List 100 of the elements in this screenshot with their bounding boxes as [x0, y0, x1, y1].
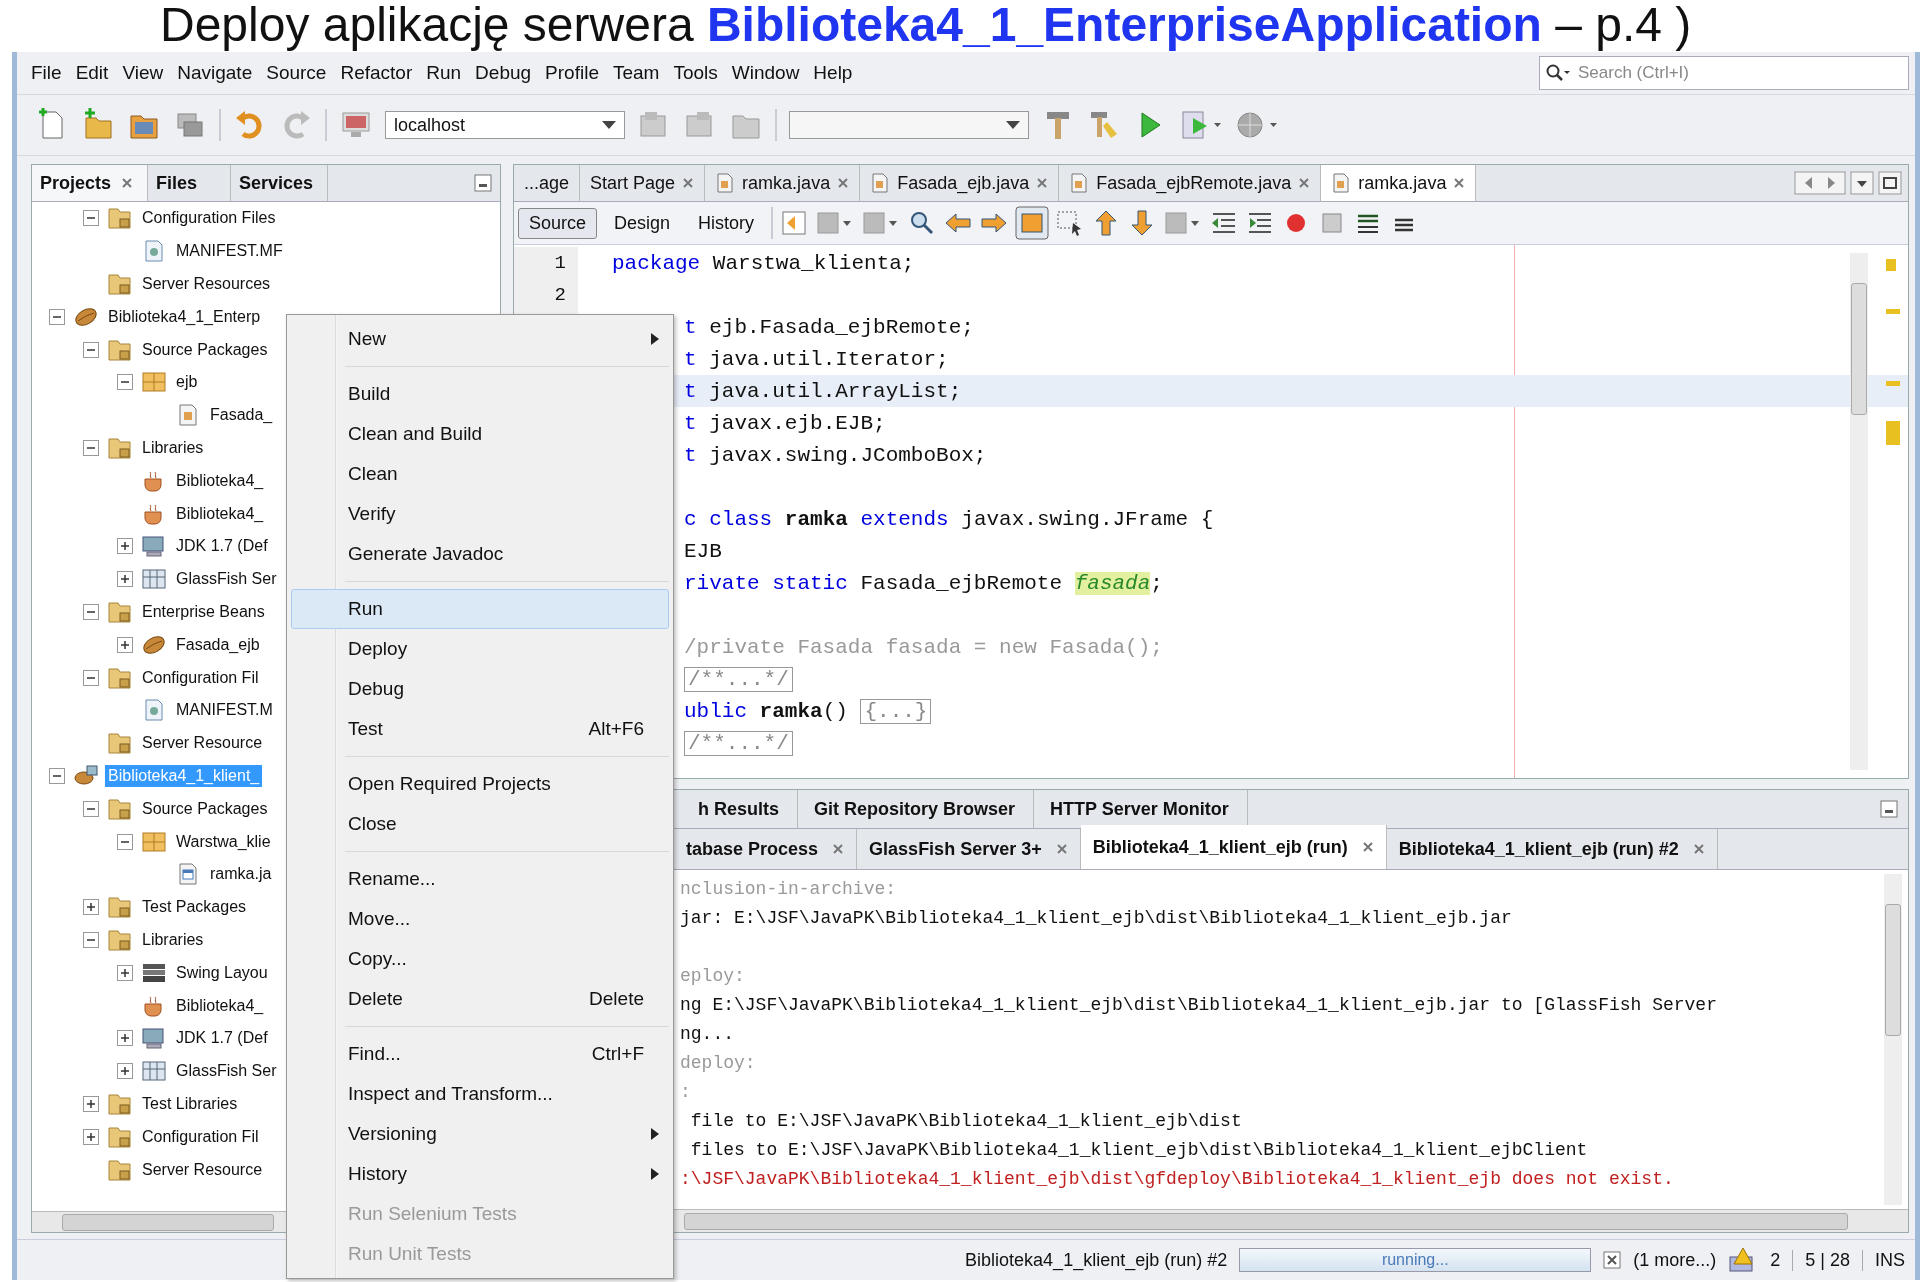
tree-item[interactable]: JDK 1.7 (Def: [173, 1027, 271, 1050]
tree-item[interactable]: ramka.ja: [207, 863, 275, 886]
expander-icon[interactable]: [83, 439, 99, 456]
menu-item[interactable]: Help: [813, 62, 853, 84]
editor-tab[interactable]: ...age: [514, 165, 581, 201]
close-icon[interactable]: [1036, 177, 1049, 189]
menu-item[interactable]: Test Alt+F6: [291, 709, 669, 749]
tree-item[interactable]: Server Resource: [139, 732, 266, 755]
panel-tab[interactable]: Projects: [32, 165, 149, 201]
search-field[interactable]: Search (Ctrl+I): [1539, 56, 1909, 90]
toggle-icon[interactable]: [1015, 206, 1050, 240]
tree-item[interactable]: Libraries: [139, 436, 207, 459]
tree-item[interactable]: Configuration Fil: [139, 666, 262, 689]
menu-item[interactable]: Verify: [291, 494, 669, 534]
menu-item[interactable]: Run: [291, 589, 669, 629]
expander-icon[interactable]: [117, 1063, 133, 1080]
menu-item[interactable]: Rename...: [291, 859, 669, 899]
close-icon[interactable]: [832, 843, 845, 855]
output-tab[interactable]: GlassFish Server 3+: [857, 829, 1081, 869]
menu-item[interactable]: Build: [291, 374, 669, 414]
menu-item[interactable]: Find... Ctrl+F: [291, 1034, 669, 1074]
expander-icon[interactable]: [83, 931, 99, 948]
tree-item[interactable]: Test Packages: [139, 896, 250, 919]
menu-item[interactable]: View: [122, 62, 164, 84]
panel-tab[interactable]: Files: [148, 165, 232, 201]
more-tasks-link[interactable]: (1 more...): [1633, 1249, 1717, 1271]
view-button[interactable]: Design: [603, 207, 682, 239]
menu-item[interactable]: History: [291, 1154, 669, 1194]
maximize-icon[interactable]: [1878, 171, 1902, 195]
expander-icon[interactable]: [83, 341, 99, 358]
menu-item[interactable]: Versioning: [291, 1114, 669, 1154]
dropdown-icon[interactable]: [1850, 171, 1874, 195]
expander-icon[interactable]: [83, 1128, 99, 1145]
tree-item[interactable]: Fasada_ejb: [173, 633, 263, 656]
tree-item[interactable]: Source Packages: [139, 797, 271, 820]
tree-item[interactable]: MANIFEST.MF: [173, 240, 286, 263]
panel-tab[interactable]: h Results: [682, 790, 799, 828]
expander-icon[interactable]: [83, 899, 99, 916]
menu-item[interactable]: New: [291, 319, 669, 359]
close-icon[interactable]: [1361, 841, 1374, 853]
tree-item[interactable]: Biblioteka4_1_Enterp: [105, 305, 264, 328]
menu-item[interactable]: File: [31, 62, 62, 84]
vertical-scrollbar[interactable]: [1850, 253, 1868, 770]
menu-item[interactable]: Copy...: [291, 939, 669, 979]
editor-tab[interactable]: ramka.java: [1321, 165, 1477, 201]
menu-item[interactable]: Debug: [475, 62, 532, 84]
menu-item[interactable]: Open Required Projects: [291, 764, 669, 804]
server-combo-box[interactable]: localhost: [385, 111, 625, 139]
expander-icon[interactable]: [117, 538, 133, 555]
close-icon[interactable]: [1055, 843, 1068, 855]
tree-item[interactable]: Configuration Files: [139, 207, 279, 230]
vertical-scrollbar[interactable]: [1884, 874, 1902, 1205]
menu-item[interactable]: Team: [612, 62, 660, 84]
view-button[interactable]: Source: [518, 207, 598, 239]
close-icon[interactable]: [1603, 1251, 1622, 1269]
tree-item[interactable]: GlassFish Ser: [173, 1060, 280, 1083]
minimize-icon[interactable]: [1880, 800, 1898, 818]
editor-tab[interactable]: Start Page: [580, 165, 706, 201]
menu-item[interactable]: Tools: [673, 62, 718, 84]
tree-item[interactable]: ejb: [173, 371, 201, 394]
expander-icon[interactable]: [83, 603, 99, 620]
editor-tab[interactable]: Fasada_ejbRemote.java: [1059, 165, 1322, 201]
expander-icon[interactable]: [117, 1030, 133, 1047]
close-icon[interactable]: [1298, 177, 1311, 189]
tree-item[interactable]: Biblioteka4_: [173, 469, 267, 492]
menu-item[interactable]: Navigate: [177, 62, 253, 84]
menu-item[interactable]: Move...: [291, 899, 669, 939]
menu-item[interactable]: Close: [291, 804, 669, 844]
tree-item[interactable]: Warstwa_klie: [173, 830, 274, 853]
tree-item[interactable]: Test Libraries: [139, 1092, 241, 1115]
menu-item[interactable]: Source: [266, 62, 327, 84]
menu-item[interactable]: Clean and Build: [291, 414, 669, 454]
menu-item[interactable]: Edit: [75, 62, 109, 84]
close-icon[interactable]: [1453, 177, 1466, 189]
expander-icon[interactable]: [83, 210, 99, 227]
close-icon[interactable]: [121, 177, 134, 189]
expander-icon[interactable]: [117, 374, 133, 391]
panel-tab[interactable]: Services: [231, 165, 329, 201]
tree-item[interactable]: JDK 1.7 (Def: [173, 535, 271, 558]
close-icon[interactable]: [1692, 843, 1705, 855]
close-icon[interactable]: [682, 177, 695, 189]
menu-item[interactable]: Generate Javadoc: [291, 534, 669, 574]
expander-icon[interactable]: [83, 1095, 99, 1112]
tree-item[interactable]: Configuration Fil: [139, 1125, 262, 1148]
view-button[interactable]: History: [687, 207, 766, 239]
tree-item[interactable]: GlassFish Ser: [173, 568, 280, 591]
menu-item[interactable]: Inspect and Transform...: [291, 1074, 669, 1114]
tree-item[interactable]: Server Resources: [139, 273, 274, 295]
tree-item[interactable]: MANIFEST.M: [173, 699, 276, 722]
tree-item[interactable]: Biblioteka4_: [173, 994, 267, 1017]
menu-item[interactable]: Run: [426, 62, 462, 84]
minimize-icon[interactable]: [474, 174, 492, 192]
tree-item[interactable]: Fasada_: [207, 404, 276, 427]
expander-icon[interactable]: [83, 669, 99, 686]
close-icon[interactable]: [837, 177, 850, 189]
tree-item[interactable]: Enterprise Beans: [139, 600, 268, 623]
output-tab[interactable]: Biblioteka4_1_klient_ejb (run) #2: [1386, 829, 1718, 869]
panel-tab[interactable]: Git Repository Browser: [798, 790, 1035, 828]
menu-item[interactable]: Profile: [545, 62, 599, 84]
tree-item[interactable]: Libraries: [139, 928, 207, 951]
